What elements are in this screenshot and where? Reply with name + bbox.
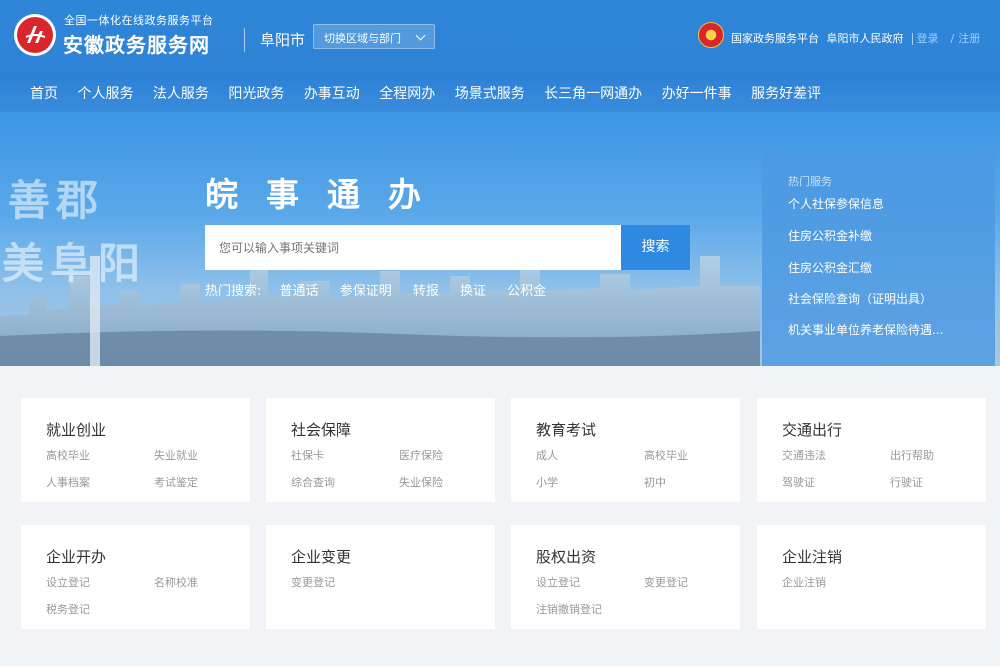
national-platform-link[interactable]: 国家政务服务平台 [731, 32, 819, 45]
hot-service-item[interactable]: 个人社保参保信息 [788, 195, 884, 212]
card-link[interactable]: 设立登记 [536, 574, 580, 590]
hot-search-keyword[interactable]: 转报 [413, 284, 439, 299]
card-link[interactable]: 变更登记 [291, 574, 335, 590]
calligraphy-line2: 美阜阳 [2, 239, 147, 288]
card-link[interactable]: 失业保险 [399, 474, 443, 490]
city-government-link[interactable]: 阜阳市人民政府 [827, 32, 904, 45]
card-link[interactable]: 失业就业 [154, 447, 198, 463]
service-card-equity-investment[interactable]: 股权出资 设立登记 变更登记 注销撤销登记 [511, 525, 740, 629]
banner-slogan: 皖事通办 [205, 175, 449, 214]
brand-subtitle: 全国一体化在线政务服务平台 [64, 14, 214, 27]
service-card-social-security[interactable]: 社会保障 社保卡 医疗保险 综合查询 失业保险 [266, 398, 495, 502]
current-city: 阜阳市 [260, 31, 306, 49]
card-link[interactable]: 税务登记 [46, 601, 90, 617]
card-link[interactable]: 企业注销 [782, 574, 826, 590]
card-title: 就业创业 [46, 421, 107, 439]
brand-title[interactable]: 安徽政务服务网 [63, 29, 210, 58]
card-link[interactable]: 综合查询 [291, 474, 335, 490]
nav-item-full-online[interactable]: 全程网办 [379, 86, 435, 102]
card-link[interactable]: 名称校准 [154, 574, 198, 590]
card-link[interactable]: 成人 [536, 447, 558, 463]
hot-search-keyword[interactable]: 换证 [460, 284, 486, 299]
hero-banner: 善郡 美阜阳 皖事通办 搜索 热门搜索: 普通话 参保证明 转报 换证 公积金 … [0, 112, 1000, 366]
nav-item-one-thing[interactable]: 办好一件事 [662, 86, 732, 102]
card-title: 交通出行 [782, 421, 843, 439]
top-links: 国家政务服务平台 阜阳市人民政府 登录 / 注册 [731, 30, 984, 46]
nav-item-home[interactable]: 首页 [30, 86, 58, 102]
nav-item-legal-person[interactable]: 法人服务 [153, 86, 209, 102]
card-link[interactable]: 出行帮助 [890, 447, 934, 463]
register-link[interactable]: 注册 [958, 32, 980, 45]
card-title: 股权出资 [536, 548, 597, 566]
card-title: 企业注销 [782, 548, 843, 566]
hot-services-panel: 热门服务 个人社保参保信息 住房公积金补缴 住房公积金汇缴 社会保险查询（证明出… [762, 153, 995, 366]
card-title: 教育考试 [536, 421, 597, 439]
card-link[interactable]: 变更登记 [644, 574, 688, 590]
main-nav: 首页 个人服务 法人服务 阳光政务 办事互动 全程网办 场景式服务 长三角一网通… [30, 83, 836, 103]
site-header: 全国一体化在线政务服务平台 安徽政务服务网 阜阳市 切换区域与部门 国家政务服务… [0, 0, 1000, 112]
card-link[interactable]: 高校毕业 [644, 447, 688, 463]
card-link[interactable]: 初中 [644, 474, 666, 490]
hot-services-title: 热门服务 [788, 175, 832, 188]
hot-service-item[interactable]: 住房公积金补缴 [788, 227, 872, 244]
header-divider [244, 28, 245, 52]
hot-service-item[interactable]: 机关事业单位养老保险待遇... [788, 321, 943, 338]
nav-item-yangtze-delta[interactable]: 长三角一网通办 [544, 86, 642, 102]
nav-item-scenario[interactable]: 场景式服务 [455, 86, 525, 102]
search-input[interactable] [205, 225, 621, 270]
top-links-divider [911, 33, 913, 45]
nav-item-personal[interactable]: 个人服务 [77, 86, 133, 102]
card-link[interactable]: 行驶证 [890, 474, 923, 490]
anhui-gov-logo-icon[interactable] [14, 14, 56, 56]
login-link[interactable]: 登录 [917, 32, 939, 45]
card-title: 社会保障 [291, 421, 352, 439]
hot-search-label: 热门搜索: [205, 284, 262, 299]
hot-search-keyword[interactable]: 公积金 [507, 284, 546, 299]
service-card-business-change[interactable]: 企业变更 变更登记 [266, 525, 495, 629]
card-link[interactable]: 高校毕业 [46, 447, 90, 463]
card-title: 企业变更 [291, 548, 352, 566]
login-register-separator: / [950, 32, 955, 45]
card-title: 企业开办 [46, 548, 107, 566]
service-card-education[interactable]: 教育考试 成人 高校毕业 小学 初中 [511, 398, 740, 502]
card-link[interactable]: 医疗保险 [399, 447, 443, 463]
card-link[interactable]: 交通违法 [782, 447, 826, 463]
hot-service-item[interactable]: 社会保险查询（证明出具） [788, 290, 932, 307]
region-switch-label: 切换区域与部门 [324, 32, 401, 45]
service-card-business-deregistration[interactable]: 企业注销 企业注销 [757, 525, 986, 629]
card-link[interactable]: 驾驶证 [782, 474, 815, 490]
hot-service-item[interactable]: 住房公积金汇缴 [788, 259, 872, 276]
hot-search-keyword[interactable]: 普通话 [280, 284, 319, 299]
national-emblem-icon [698, 22, 724, 48]
hot-search-keyword[interactable]: 参保证明 [340, 284, 392, 299]
card-link[interactable]: 小学 [536, 474, 558, 490]
nav-item-open-government[interactable]: 阳光政务 [228, 86, 284, 102]
nav-item-service-rating[interactable]: 服务好差评 [751, 86, 821, 102]
service-card-business-setup[interactable]: 企业开办 设立登记 名称校准 税务登记 [21, 525, 250, 629]
region-switch-dropdown[interactable]: 切换区域与部门 [313, 24, 435, 49]
service-card-employment[interactable]: 就业创业 高校毕业 失业就业 人事档案 考试鉴定 [21, 398, 250, 502]
calligraphy-line1: 善郡 [8, 176, 105, 225]
search-button[interactable]: 搜索 [621, 225, 690, 270]
nav-item-interaction[interactable]: 办事互动 [304, 86, 360, 102]
card-link[interactable]: 社保卡 [291, 447, 324, 463]
card-link[interactable]: 注销撤销登记 [536, 601, 602, 617]
chevron-down-icon [415, 30, 426, 41]
card-link[interactable]: 人事档案 [46, 474, 90, 490]
service-card-transport[interactable]: 交通出行 交通违法 出行帮助 驾驶证 行驶证 [757, 398, 986, 502]
card-link[interactable]: 设立登记 [46, 574, 90, 590]
card-link[interactable]: 考试鉴定 [154, 474, 198, 490]
hot-search-bar: 热门搜索: 普通话 参保证明 转报 换证 公积金 [205, 280, 563, 299]
